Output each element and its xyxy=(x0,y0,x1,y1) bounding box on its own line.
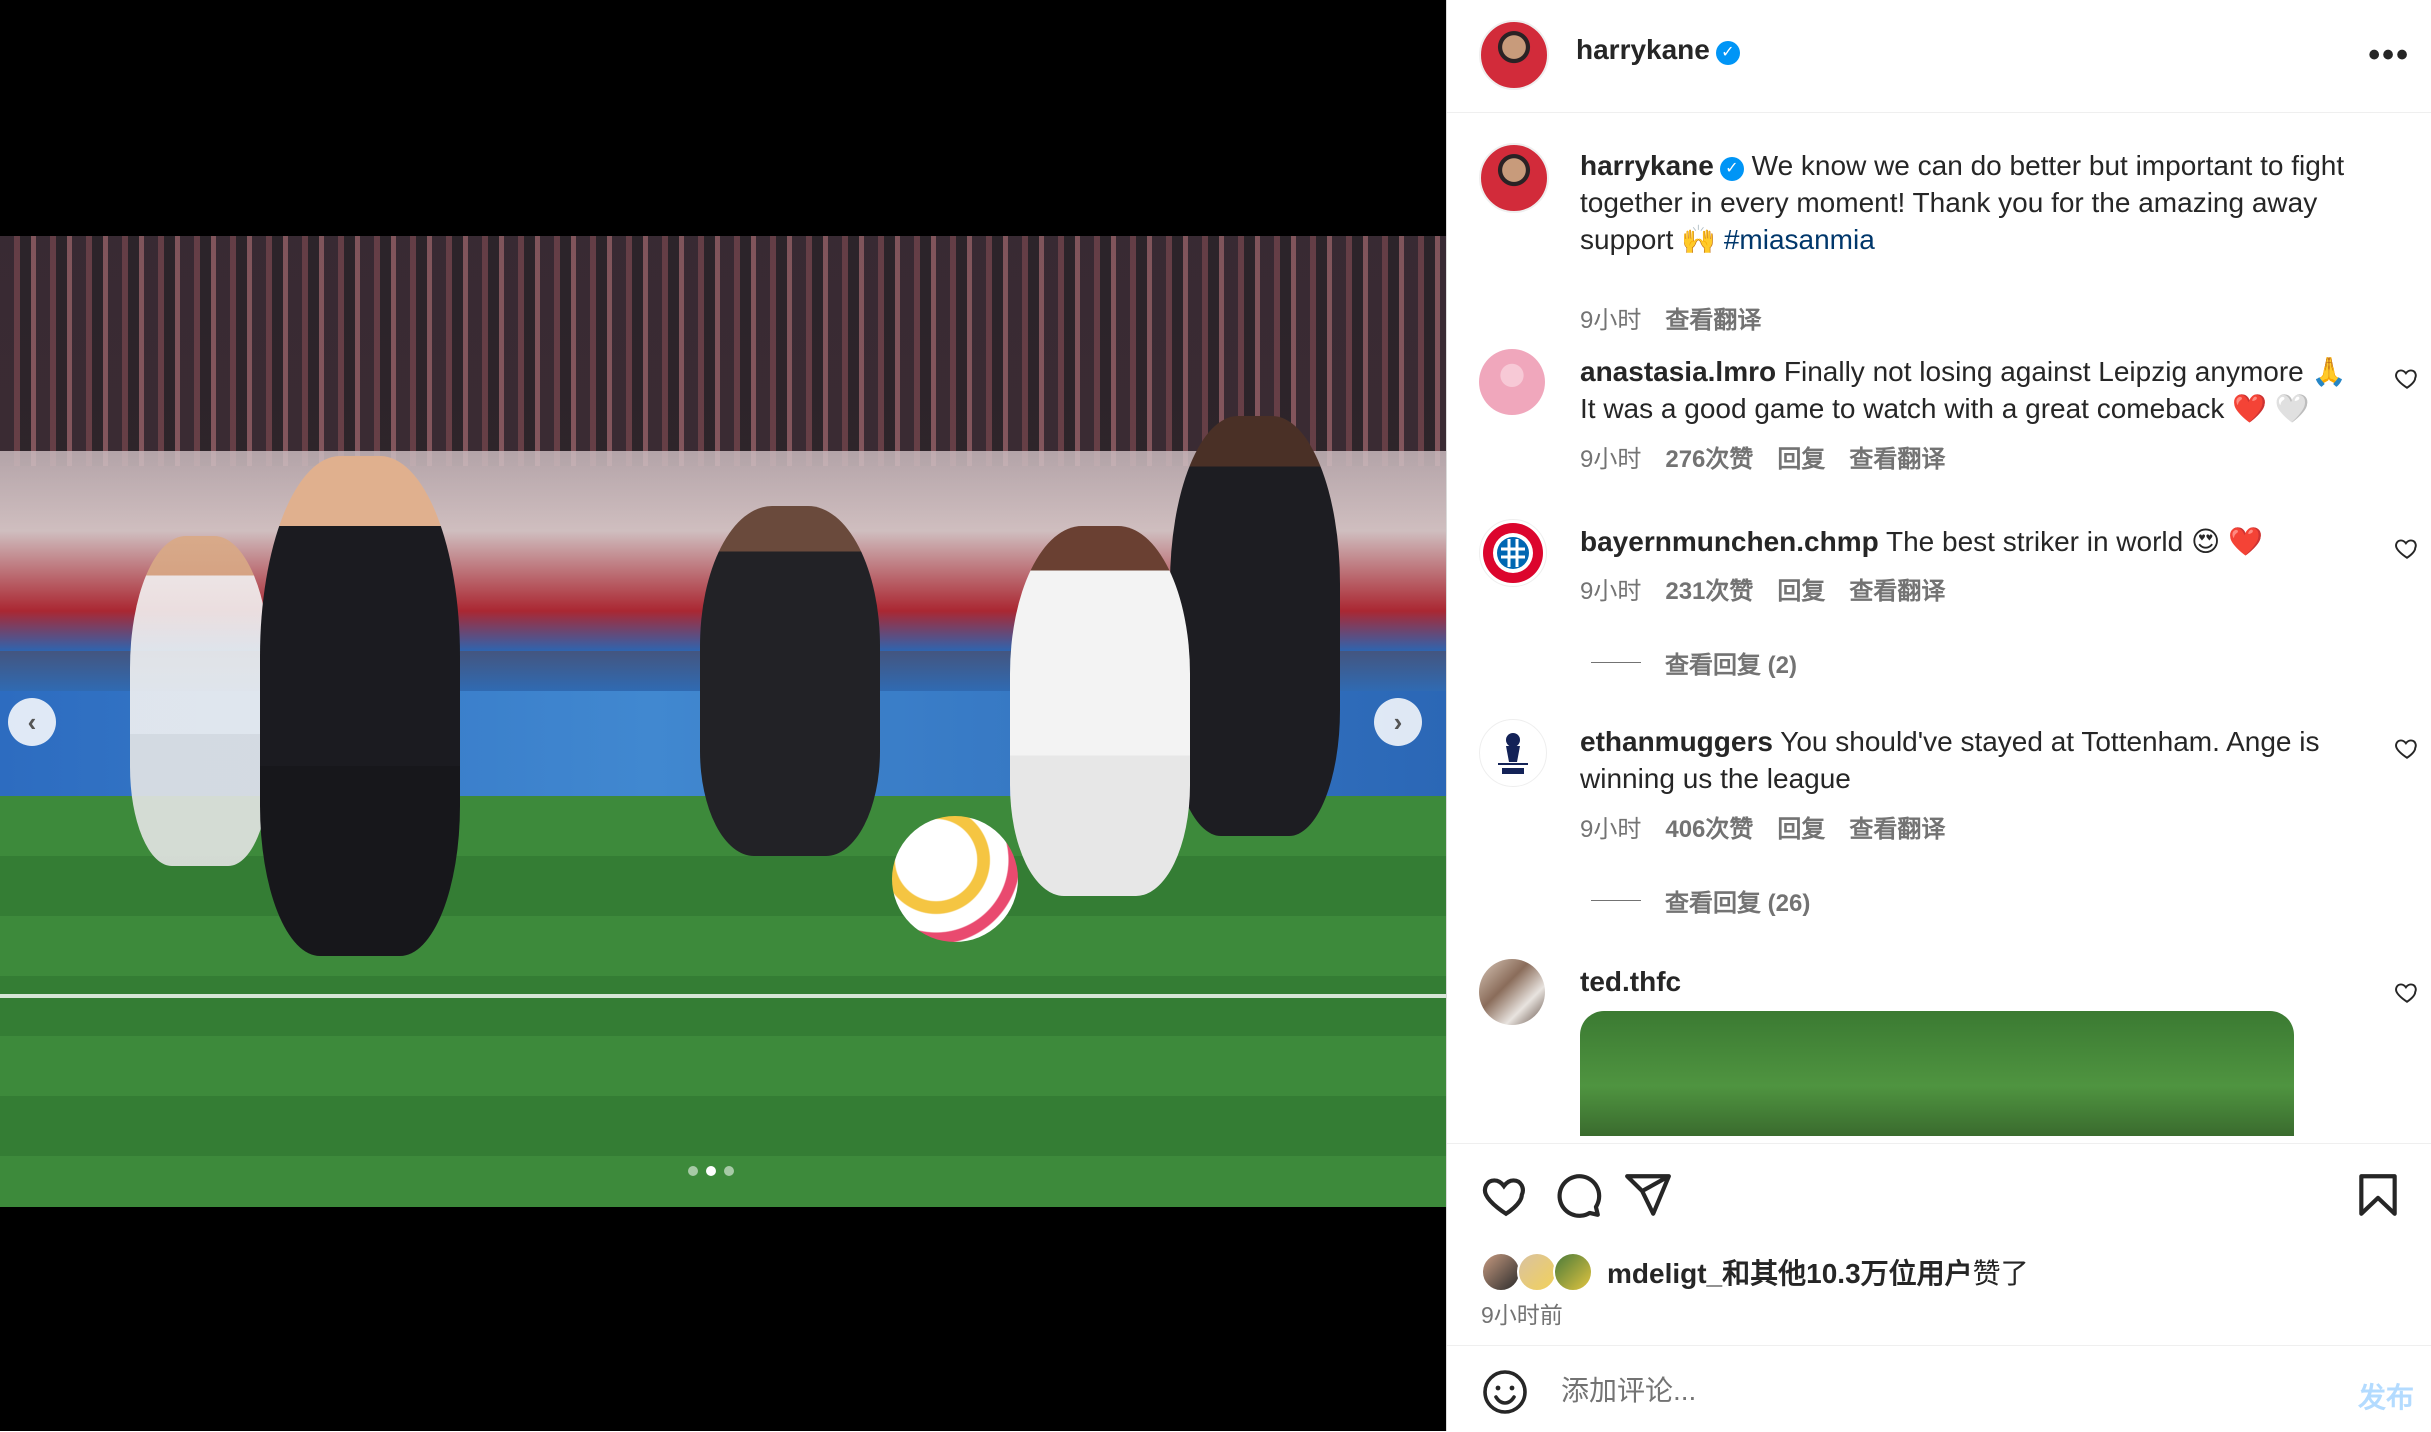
comment-input[interactable] xyxy=(1559,1370,2303,1412)
avatar[interactable] xyxy=(1479,20,1549,90)
hashtag-link[interactable]: #miasanmia xyxy=(1724,224,1875,255)
chevron-left-icon: ‹ xyxy=(27,706,37,737)
liker-avatar[interactable] xyxy=(1481,1252,1521,1292)
translate-button[interactable]: 查看翻译 xyxy=(1665,300,1761,335)
comment-username[interactable]: ted.thfc xyxy=(1580,966,1681,997)
post-timestamp[interactable]: 9小时前 xyxy=(1481,1296,1563,1330)
comment-username[interactable]: anastasia.lmro xyxy=(1580,356,1776,387)
post-header: harrykane ✓ ••• xyxy=(1447,0,2431,113)
comment-image[interactable] xyxy=(1580,1011,2294,1136)
comment-text: bayernmunchen.chmp The best striker in w… xyxy=(1580,523,2360,560)
carousel-dot xyxy=(688,1166,698,1176)
comment-box: 发布 xyxy=(1447,1345,2431,1432)
carousel-next-button[interactable]: › xyxy=(1374,698,1422,746)
post-side-panel: harrykane ✓ ••• harrykane ✓ We know we can… xyxy=(1446,0,2431,1431)
like-comment-heart-icon[interactable] xyxy=(2394,979,2420,1005)
comment-time[interactable]: 9小时 xyxy=(1580,571,1641,606)
comment-username[interactable]: bayernmunchen.chmp xyxy=(1580,526,1879,557)
translate-button[interactable]: 查看翻译 xyxy=(1849,809,1945,844)
likes-text: mdeligt_和其他10.3万位用户赞了 xyxy=(1607,1252,2029,1292)
caption-username[interactable]: harrykane xyxy=(1580,150,1714,181)
bookmark-icon[interactable] xyxy=(2353,1170,2403,1220)
photo-ball xyxy=(892,816,1018,942)
comment-time[interactable]: 9小时 xyxy=(1580,439,1641,474)
carousel-dot xyxy=(724,1166,734,1176)
reply-button[interactable]: 回复 xyxy=(1777,809,1825,844)
verified-badge-icon: ✓ xyxy=(1719,157,1744,181)
caption-meta: 9小时 查看翻译 xyxy=(1580,300,1761,335)
view-replies-label[interactable]: 查看回复 (2) xyxy=(1665,645,1797,680)
comment-text: anastasia.lmro Finally not losing agains… xyxy=(1580,353,2360,427)
header-username[interactable]: harrykane ✓ xyxy=(1576,34,1740,66)
comment-text: ted.thfc xyxy=(1580,963,2360,1000)
comment-likes[interactable]: 276次赞 xyxy=(1665,439,1753,474)
like-heart-icon[interactable] xyxy=(1481,1170,1531,1220)
like-comment-heart-icon[interactable] xyxy=(2394,365,2420,391)
photo-pitch-line xyxy=(0,994,1446,998)
comment-bubble-icon[interactable] xyxy=(1553,1170,1603,1220)
header-username-link[interactable]: harrykane xyxy=(1576,34,1710,65)
post-photo[interactable] xyxy=(0,236,1446,1207)
like-comment-heart-icon[interactable] xyxy=(2394,535,2420,561)
view-replies-button[interactable]: 查看回复 (2) xyxy=(1591,645,1797,680)
comment-time[interactable]: 9小时 xyxy=(1580,809,1641,844)
comments-list[interactable]: harrykane ✓ We know we can do better but … xyxy=(1447,113,2431,1143)
comment-meta: 9小时 231次赞 回复 查看翻译 xyxy=(1580,571,1945,606)
carousel-prev-button[interactable]: ‹ xyxy=(8,698,56,746)
carousel-dots xyxy=(688,1166,734,1176)
reply-button[interactable]: 回复 xyxy=(1777,571,1825,606)
translate-button[interactable]: 查看翻译 xyxy=(1849,571,1945,606)
view-replies-button[interactable]: 查看回复 (26) xyxy=(1591,883,1810,918)
liker-avatar[interactable] xyxy=(1517,1252,1557,1292)
chevron-right-icon: › xyxy=(1393,706,1403,737)
likes-others-link[interactable]: 其他10.3万位用户 xyxy=(1750,1258,1973,1289)
photo-player xyxy=(1170,416,1340,836)
liker-username[interactable]: mdeligt_ xyxy=(1607,1258,1722,1289)
emoji-icon[interactable] xyxy=(1481,1368,1529,1416)
photo-player-kicker xyxy=(260,456,460,956)
likes-summary: mdeligt_和其他10.3万位用户赞了 xyxy=(1481,1252,2029,1292)
comment-likes[interactable]: 406次赞 xyxy=(1665,809,1753,844)
replies-divider xyxy=(1591,662,1641,663)
media-pane: ‹ › xyxy=(0,0,1446,1431)
liker-avatar[interactable] xyxy=(1553,1252,1593,1292)
comment-likes[interactable]: 231次赞 xyxy=(1665,571,1753,606)
verified-badge-icon: ✓ xyxy=(1715,41,1740,65)
comment-text: ethanmuggers You should've stayed at Tot… xyxy=(1580,723,2360,797)
photo-player xyxy=(700,506,880,856)
post-actions: mdeligt_和其他10.3万位用户赞了 9小时前 xyxy=(1447,1143,2431,1344)
comment-body: The best striker in world 😍 ❤️ xyxy=(1878,526,2263,557)
fc-bayern-logo-icon xyxy=(1483,523,1543,583)
avatar[interactable] xyxy=(1479,143,1549,213)
avatar[interactable] xyxy=(1479,349,1545,415)
avatar[interactable] xyxy=(1479,519,1547,587)
comment-meta: 9小时 406次赞 回复 查看翻译 xyxy=(1580,809,1945,844)
like-comment-heart-icon[interactable] xyxy=(2394,735,2420,761)
likes-suffix: 赞了 xyxy=(1972,1258,2029,1289)
carousel-dot-active xyxy=(706,1166,716,1176)
comment-meta: 9小时 276次赞 回复 查看翻译 xyxy=(1580,439,1945,474)
replies-divider xyxy=(1591,900,1641,901)
reply-button[interactable]: 回复 xyxy=(1777,439,1825,474)
photo-player xyxy=(130,536,270,866)
comment-username[interactable]: ethanmuggers xyxy=(1580,726,1773,757)
translate-button[interactable]: 查看翻译 xyxy=(1849,439,1945,474)
share-send-icon[interactable] xyxy=(1623,1170,1673,1220)
post-comment-button[interactable]: 发布 xyxy=(2358,1376,2414,1416)
photo-player xyxy=(1010,526,1190,896)
avatar[interactable] xyxy=(1479,719,1547,787)
likes-connector: 和 xyxy=(1722,1258,1751,1289)
more-options-icon[interactable]: ••• xyxy=(2368,36,2410,75)
view-replies-label[interactable]: 查看回复 (26) xyxy=(1665,883,1810,918)
caption-time[interactable]: 9小时 xyxy=(1580,300,1641,335)
avatar[interactable] xyxy=(1479,959,1545,1025)
tottenham-logo-icon xyxy=(1498,733,1528,774)
caption-text: harrykane ✓ We know we can do better but … xyxy=(1580,147,2360,258)
